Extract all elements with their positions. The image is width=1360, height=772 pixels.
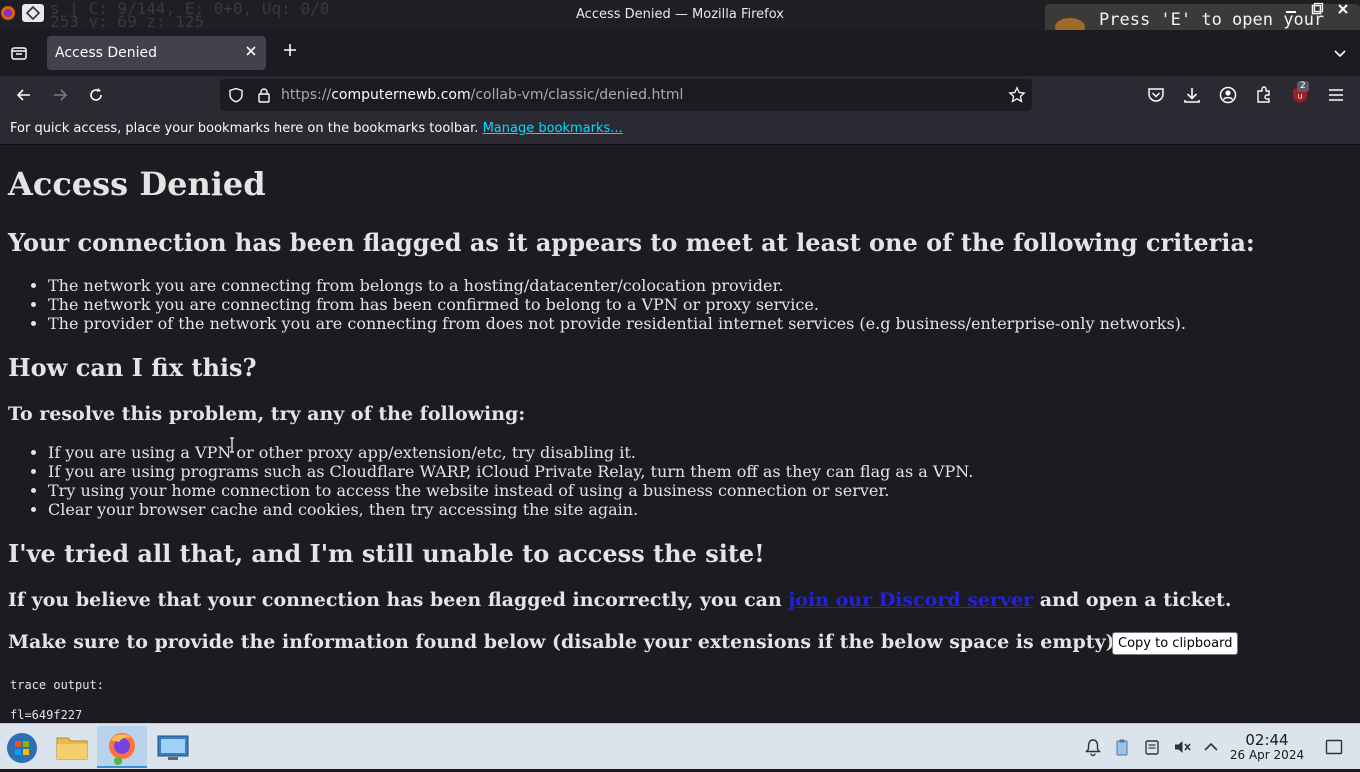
criteria-list: The network you are connecting from belo… xyxy=(0,276,1186,333)
firefox-icon xyxy=(109,733,135,765)
list-all-tabs-icon[interactable] xyxy=(1332,45,1348,61)
bookmark-star-icon[interactable] xyxy=(1008,86,1026,104)
page-title: Access Denied xyxy=(8,165,266,203)
url-domain: computernewb.com xyxy=(331,87,471,103)
monitor-icon xyxy=(157,735,189,760)
text-cursor-icon xyxy=(229,437,235,453)
taskbar: 02:44 26 Apr 2024 xyxy=(0,723,1360,769)
list-item: The network you are connecting from belo… xyxy=(48,276,1186,295)
maximize-icon[interactable] xyxy=(1306,2,1328,16)
bookmarks-hint: For quick access, place your bookmarks h… xyxy=(10,121,623,136)
discord-text-after: and open a ticket. xyxy=(1033,589,1232,611)
storage-tray-icon[interactable] xyxy=(1142,737,1162,757)
game-item-icon xyxy=(1055,18,1085,30)
lock-icon[interactable] xyxy=(256,87,272,103)
manage-bookmarks-link[interactable]: Manage bookmarks... xyxy=(483,121,623,136)
reload-icon[interactable] xyxy=(86,85,106,105)
firefox-view-icon[interactable] xyxy=(10,44,28,62)
discord-paragraph: If you believe that your connection has … xyxy=(8,589,1231,611)
extensions-puzzle-icon[interactable] xyxy=(1254,85,1274,105)
fixes-list: If you are using a VPN or other proxy ap… xyxy=(0,443,973,519)
discord-text-before: If you believe that your connection has … xyxy=(8,589,789,611)
extension-badge-count: 2 xyxy=(1297,81,1309,92)
remote-desktop-task[interactable] xyxy=(148,726,198,768)
bookmarks-hint-text: For quick access, place your bookmarks h… xyxy=(10,121,483,136)
clock-date[interactable]: 26 Apr 2024 xyxy=(1224,748,1310,762)
notifications-icon[interactable] xyxy=(1083,737,1103,757)
tracking-protection-shield-icon[interactable] xyxy=(228,87,244,103)
window-controls xyxy=(1280,2,1354,16)
list-item: The network you are connecting from has … xyxy=(48,295,1186,314)
clipboard-tray-icon[interactable] xyxy=(1112,737,1132,757)
resolve-heading: To resolve this problem, try any of the … xyxy=(8,403,526,425)
tab-access-denied[interactable]: Access Denied xyxy=(47,36,266,70)
close-tab-icon[interactable] xyxy=(244,45,258,59)
address-bar[interactable]: https://computernewb.com/collab-vm/class… xyxy=(220,79,1032,111)
windows-orb-icon xyxy=(7,733,37,763)
back-arrow-icon[interactable] xyxy=(14,85,34,105)
list-item: Try using your home connection to access… xyxy=(48,481,973,500)
window-titlebar: s | C: 9/144, E: 0+0, Uq: 0/0 253 y: 69 … xyxy=(0,0,1360,30)
list-item: Clear your browser cache and cookies, th… xyxy=(48,500,973,519)
clock-time[interactable]: 02:44 xyxy=(1230,731,1304,749)
tab-strip: Access Denied xyxy=(0,30,1360,76)
tab-title: Access Denied xyxy=(55,45,158,61)
url-prefix: https:// xyxy=(281,87,332,103)
trace-output-label: trace output: xyxy=(10,678,104,692)
copy-to-clipboard-button[interactable]: Copy to clipboard xyxy=(1112,632,1239,655)
show-desktop-icon[interactable] xyxy=(1324,737,1344,757)
still-unable-heading: I've tried all that, and I'm still unabl… xyxy=(8,539,765,568)
start-button[interactable] xyxy=(0,726,50,768)
url-text[interactable]: https://computernewb.com/collab-vm/class… xyxy=(281,87,683,103)
new-tab-icon[interactable] xyxy=(280,42,300,62)
show-hidden-icons-chevron-icon[interactable] xyxy=(1201,737,1221,757)
svg-text:u: u xyxy=(1297,92,1302,101)
firefox-task[interactable] xyxy=(97,726,147,768)
page-content: Access Denied Your connection has been f… xyxy=(0,145,1360,723)
account-icon[interactable] xyxy=(1218,85,1238,105)
fix-heading: How can I fix this? xyxy=(8,353,257,382)
forward-arrow-icon[interactable] xyxy=(50,85,70,105)
url-path: /collab-vm/classic/denied.html xyxy=(470,87,684,103)
volume-muted-icon[interactable] xyxy=(1172,737,1192,757)
file-explorer-task[interactable] xyxy=(47,726,97,768)
list-item: If you are using programs such as Cloudf… xyxy=(48,462,973,481)
navigation-toolbar: https://computernewb.com/collab-vm/class… xyxy=(0,76,1360,114)
provide-info-heading: Make sure to provide the information fou… xyxy=(8,631,1122,653)
downloads-icon[interactable] xyxy=(1182,85,1202,105)
minimize-icon[interactable] xyxy=(1280,2,1302,16)
trace-output-line: fl=649f227 xyxy=(10,708,83,722)
discord-server-link[interactable]: join our Discord server xyxy=(788,589,1033,611)
criteria-heading: Your connection has been flagged as it a… xyxy=(8,228,1255,257)
pocket-icon[interactable] xyxy=(1146,85,1166,105)
hamburger-menu-icon[interactable] xyxy=(1326,85,1346,105)
list-item: The provider of the network you are conn… xyxy=(48,314,1186,333)
list-item: If you are using a VPN or other proxy ap… xyxy=(48,443,973,462)
close-window-icon[interactable] xyxy=(1332,2,1354,16)
folder-icon xyxy=(56,737,88,760)
bookmarks-toolbar: For quick access, place your bookmarks h… xyxy=(0,114,1360,145)
